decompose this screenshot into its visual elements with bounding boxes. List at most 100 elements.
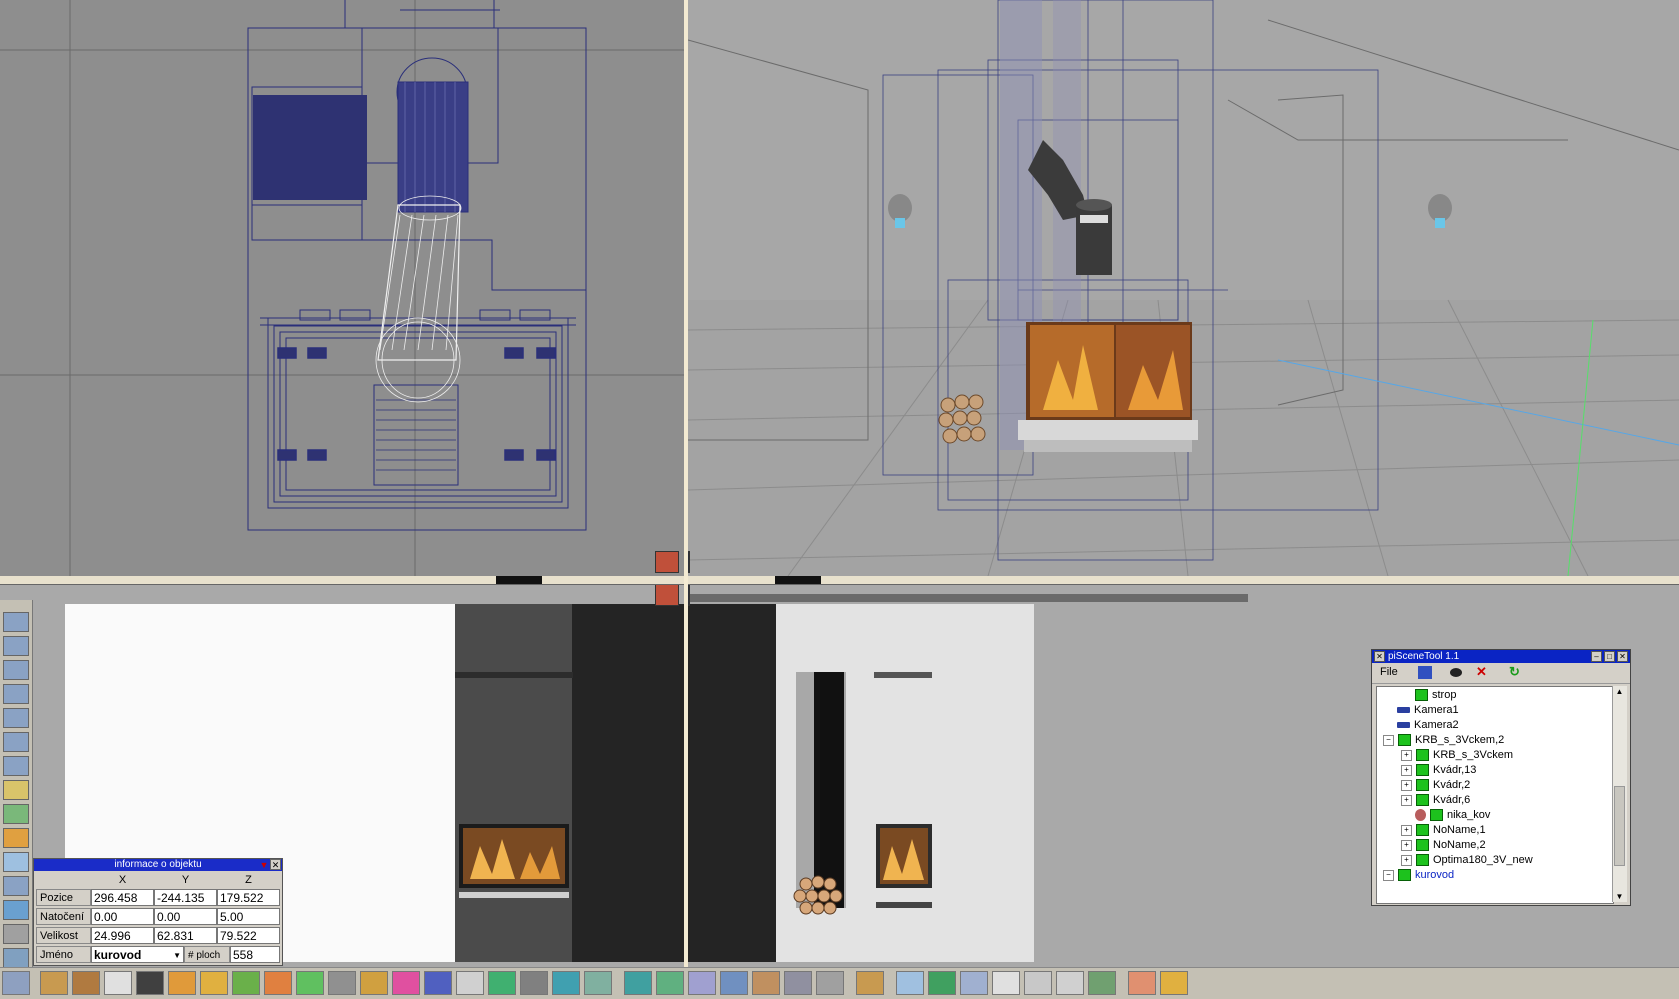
name-select[interactable]: kurovod ▼ — [91, 946, 184, 963]
pick-icon[interactable] — [1418, 666, 1432, 679]
scroll-down-icon[interactable]: ▼ — [1614, 891, 1625, 902]
scrollbar-thumb[interactable] — [1614, 786, 1625, 866]
3d-text-icon[interactable] — [520, 971, 548, 995]
rotation-z-field[interactable]: 5.00 — [217, 908, 280, 925]
percent-icon[interactable] — [3, 804, 29, 824]
tree-item[interactable]: + NoName,1 — [1401, 822, 1486, 838]
color-icon[interactable] — [3, 828, 29, 848]
transform-icon[interactable] — [456, 971, 484, 995]
gradient-icon[interactable] — [3, 852, 29, 872]
size-z-field[interactable]: 79.522 — [217, 927, 280, 944]
rotate-icon[interactable] — [688, 971, 716, 995]
axis-icon[interactable] — [40, 971, 68, 995]
terrain-icon[interactable] — [552, 971, 580, 995]
grid-icon[interactable] — [960, 971, 988, 995]
document-icon[interactable] — [992, 971, 1020, 995]
plane-icon[interactable] — [656, 971, 684, 995]
position-y-field[interactable]: -244.135 — [154, 889, 217, 906]
twist-icon[interactable] — [784, 971, 812, 995]
expand-icon[interactable]: + — [1401, 839, 1412, 851]
material-icon[interactable] — [3, 732, 29, 752]
ball-icon[interactable] — [232, 971, 260, 995]
bend-icon[interactable] — [752, 971, 780, 995]
expand-icon[interactable]: + — [1401, 824, 1412, 836]
perspective-viewport[interactable] — [688, 0, 1679, 576]
expand-icon[interactable]: + — [1401, 749, 1412, 761]
refresh-icon[interactable]: ↻ — [1509, 664, 1520, 680]
expand-icon[interactable]: + — [1401, 794, 1412, 806]
box-icon[interactable] — [72, 971, 100, 995]
tree-item[interactable]: nika_kov — [1415, 807, 1490, 823]
render-button[interactable] — [655, 551, 679, 573]
shape-icon[interactable] — [168, 971, 196, 995]
sphere-icon[interactable] — [104, 971, 132, 995]
scene-tree-scrollbar[interactable]: ▲ ▼ — [1612, 686, 1627, 902]
deform-icon[interactable] — [816, 971, 844, 995]
scissors-icon[interactable] — [720, 971, 748, 995]
camera-icon[interactable] — [136, 971, 164, 995]
collapse-icon[interactable]: − — [1383, 734, 1394, 746]
close-icon[interactable]: ✕ — [1617, 651, 1628, 662]
texture-icon[interactable] — [3, 780, 29, 800]
position-z-field[interactable]: 179.522 — [217, 889, 280, 906]
car-icon[interactable] — [3, 660, 29, 680]
scene-tool-titlebar[interactable]: ✕ piSceneTool 1.1 – □ ✕ — [1372, 650, 1630, 663]
loop-icon[interactable] — [296, 971, 324, 995]
scroll-up-icon[interactable]: ▲ — [1614, 686, 1625, 697]
delete-icon[interactable]: ✕ — [1476, 664, 1487, 680]
dome-icon[interactable] — [488, 971, 516, 995]
expand-icon[interactable]: + — [1401, 779, 1412, 791]
collapse-icon[interactable]: − — [1383, 869, 1394, 881]
tree-item[interactable]: strop — [1415, 687, 1456, 703]
expand-icon[interactable]: + — [1401, 764, 1412, 776]
top-viewport[interactable] — [0, 0, 684, 576]
egg-icon[interactable] — [264, 971, 292, 995]
palette-icon[interactable] — [360, 971, 388, 995]
recycle-icon[interactable] — [2, 971, 30, 995]
folder-icon[interactable] — [1160, 971, 1188, 995]
material-icon[interactable] — [3, 756, 29, 776]
tree-item-selected[interactable]: − kurovod — [1383, 867, 1455, 883]
tree-item[interactable]: + Kvádr,13 — [1401, 762, 1476, 778]
torus-icon[interactable] — [200, 971, 228, 995]
tools-icon[interactable] — [3, 924, 29, 944]
minimize-icon[interactable]: – — [1591, 651, 1602, 662]
position-x-field[interactable]: 296.458 — [91, 889, 154, 906]
expand-icon[interactable]: + — [1401, 854, 1412, 866]
car-icon[interactable] — [3, 636, 29, 656]
axis-icon[interactable] — [856, 971, 884, 995]
tree-item[interactable]: Kamera1 — [1397, 702, 1459, 718]
tree-item[interactable]: + Optima180_3V_new — [1401, 852, 1533, 868]
tree-item[interactable]: + KRB_s_3Vckem — [1401, 747, 1513, 763]
cube-icon[interactable] — [928, 971, 956, 995]
horizontal-splitter[interactable] — [0, 576, 1679, 585]
dropdown-arrow-icon[interactable]: ▼ — [259, 860, 269, 870]
tree-item[interactable]: + NoName,2 — [1401, 837, 1486, 853]
scene-tree[interactable]: strop Kamera1 Kamera2 − KRB_s_3Vckem,2 + K… — [1376, 686, 1614, 904]
landscape-icon[interactable] — [3, 900, 29, 920]
file-menu[interactable]: File — [1380, 666, 1398, 678]
house-button[interactable] — [655, 584, 679, 606]
maximize-icon[interactable]: □ — [1604, 651, 1615, 662]
undo-icon[interactable] — [1024, 971, 1052, 995]
material-icon[interactable] — [3, 612, 29, 632]
rotation-x-field[interactable]: 0.00 — [91, 908, 154, 925]
size-x-field[interactable]: 24.996 — [91, 927, 154, 944]
cross-icon[interactable] — [1128, 971, 1156, 995]
plane-icon[interactable] — [624, 971, 652, 995]
tree-item[interactable]: + Kvádr,6 — [1401, 792, 1470, 808]
tree-item[interactable]: − KRB_s_3Vckem,2 — [1383, 732, 1504, 748]
tree-item[interactable]: + Kvádr,2 — [1401, 777, 1470, 793]
size-y-field[interactable]: 62.831 — [154, 927, 217, 944]
select-cursor-icon[interactable] — [896, 971, 924, 995]
vertical-splitter[interactable] — [684, 0, 688, 967]
info-panel-titlebar[interactable]: informace o objektu ▼ ✕ — [34, 859, 282, 871]
mesh-icon[interactable] — [1088, 971, 1116, 995]
ruler-icon[interactable] — [584, 971, 612, 995]
rotation-y-field[interactable]: 0.00 — [154, 908, 217, 925]
close-icon[interactable]: ✕ — [270, 859, 281, 870]
geosphere-icon[interactable] — [424, 971, 452, 995]
house-dark-button[interactable] — [688, 584, 690, 606]
eye-icon[interactable] — [1450, 668, 1462, 677]
flag-icon[interactable] — [328, 971, 356, 995]
